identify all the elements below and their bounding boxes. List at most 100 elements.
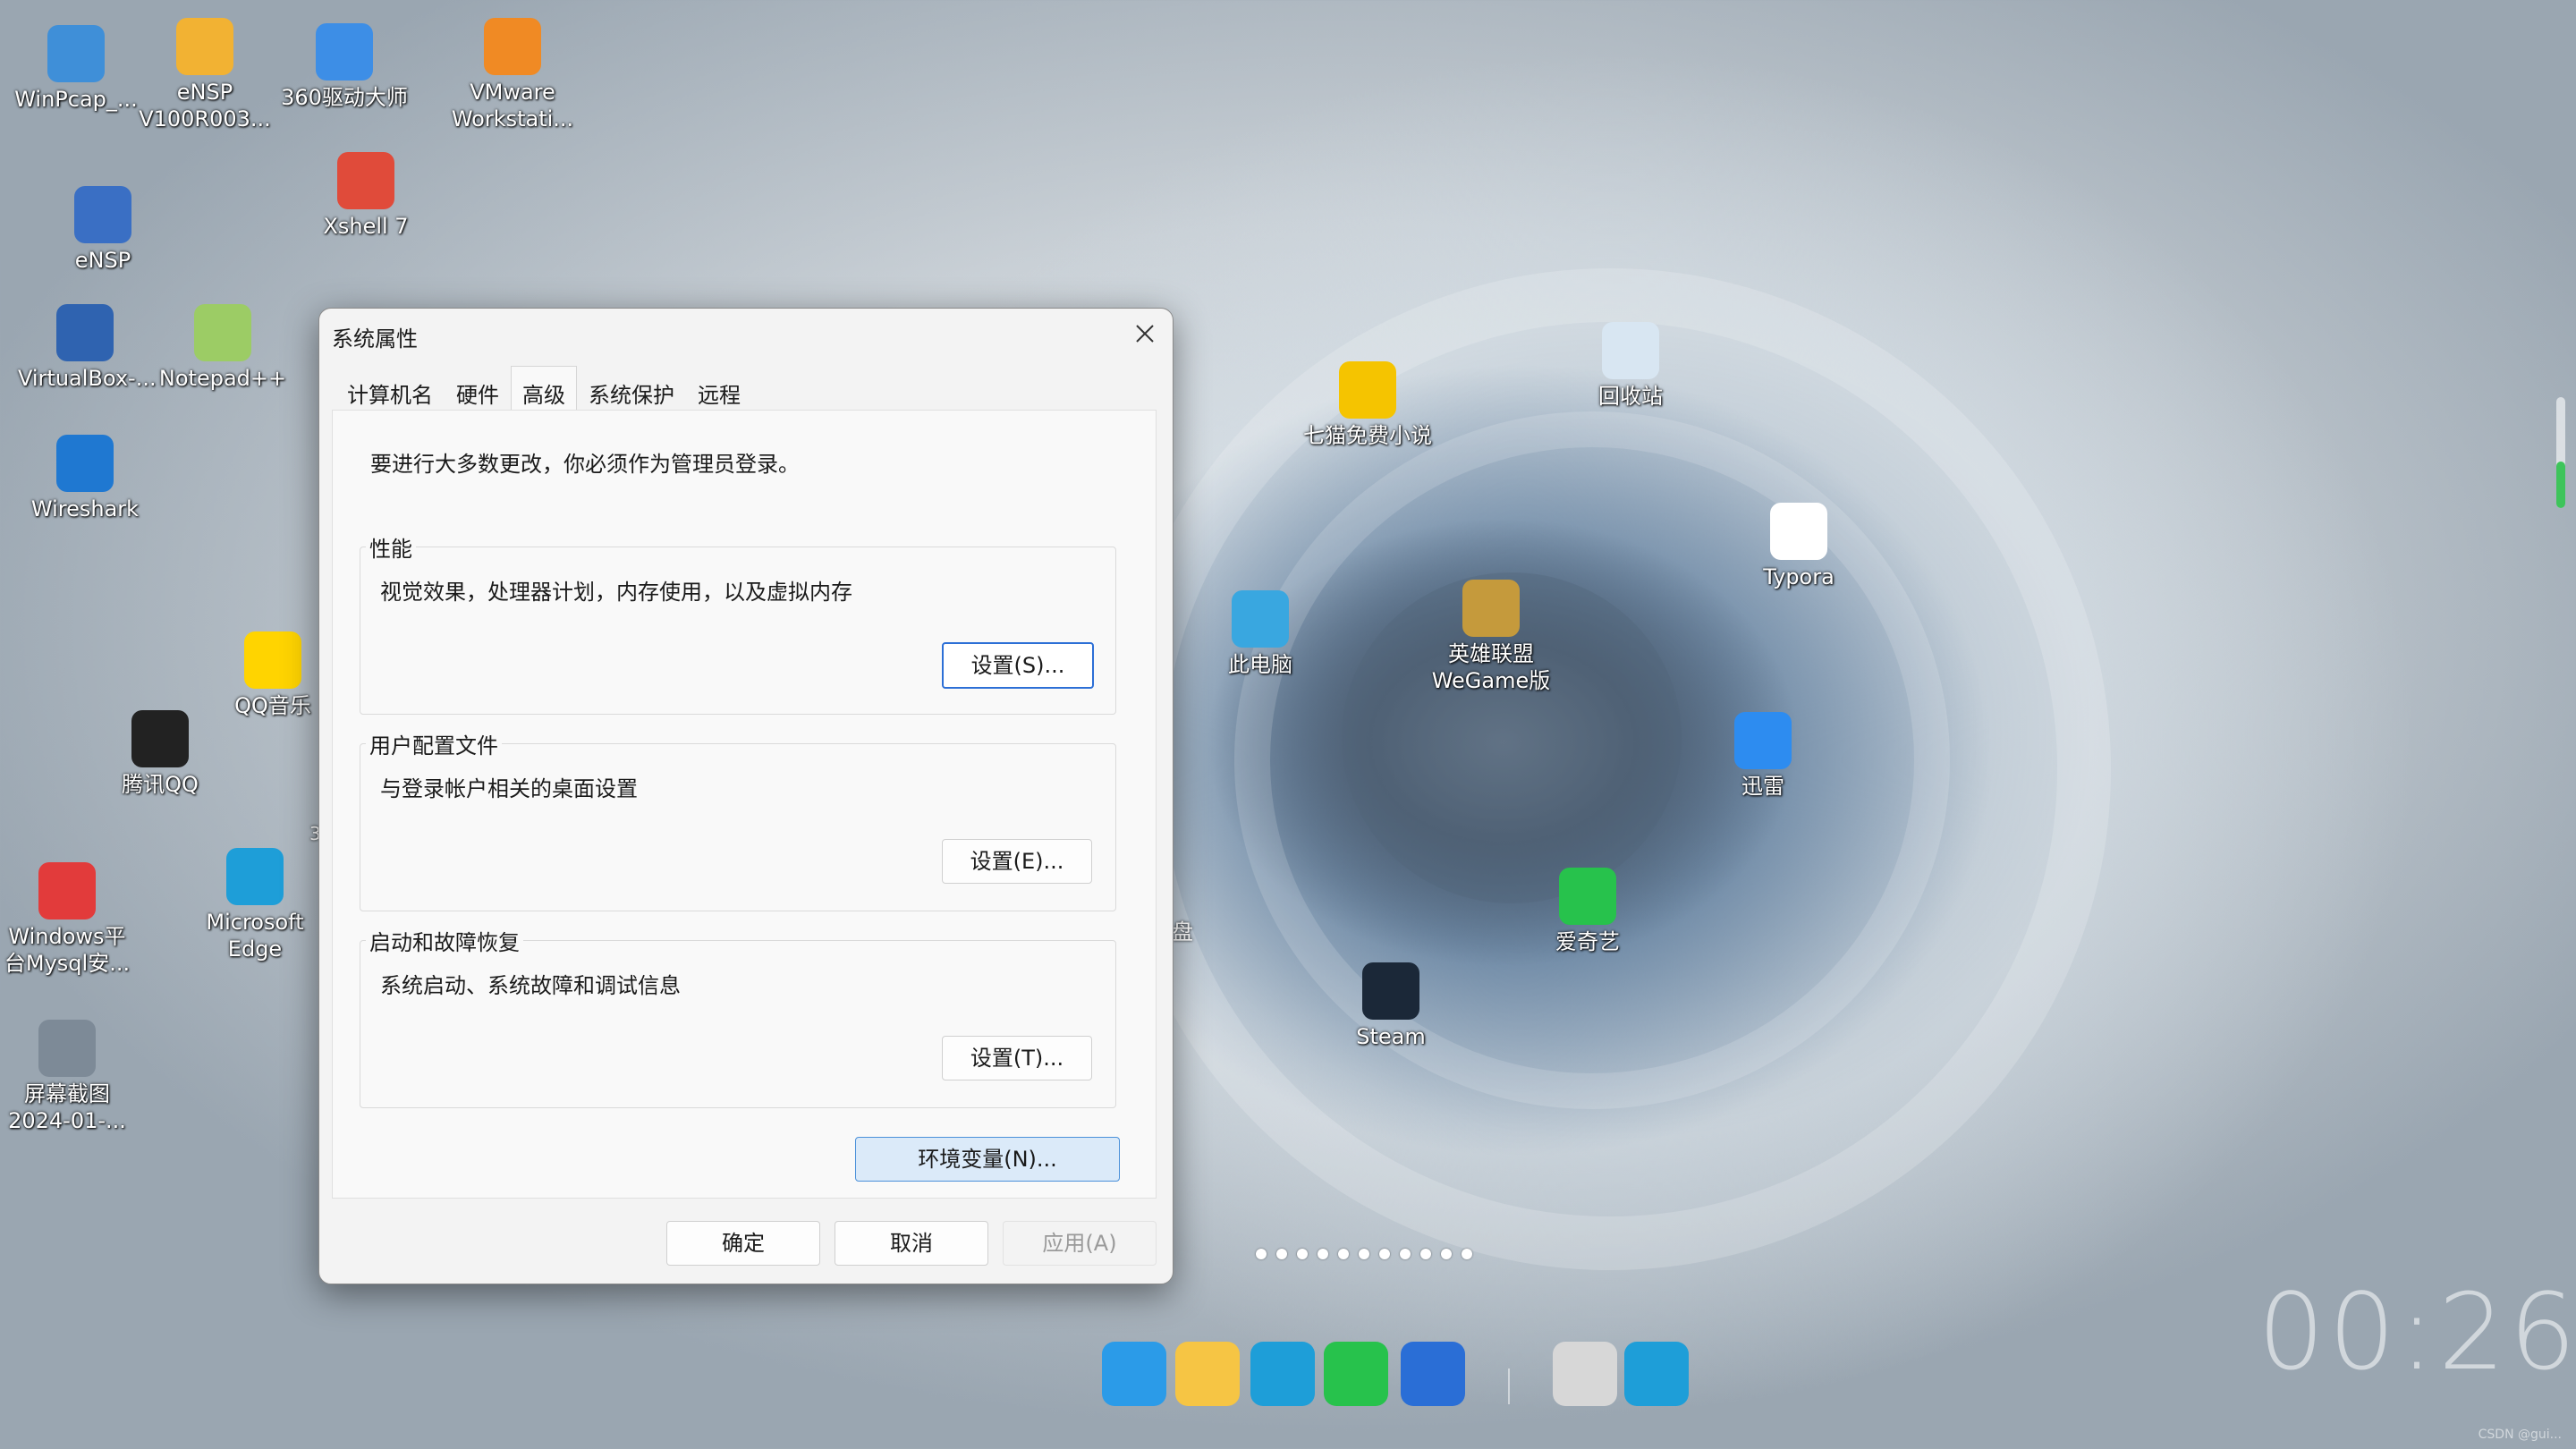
desktop-icon-xshell[interactable]: Xshell 7 [299, 152, 433, 240]
partial-label-pan: 盘 [1172, 919, 1193, 945]
dialog-title: 系统属性 [332, 326, 418, 352]
page-dot[interactable] [1256, 1249, 1267, 1259]
performance-group-title: 性能 [366, 531, 416, 563]
desktop-icon-label: Wireshark [30, 496, 140, 521]
page-dot[interactable] [1276, 1249, 1287, 1259]
desktop-icon-label: 迅雷 [1741, 774, 1784, 799]
page-dot[interactable] [1400, 1249, 1411, 1259]
desktop-icon-windows-mysql[interactable]: Windows平 台Mysql安... [0, 862, 134, 977]
desktop-icon-qq[interactable]: 腾讯QQ [93, 710, 227, 798]
desktop-icon-iqiyi[interactable]: 爱奇艺 [1521, 868, 1655, 955]
startup-recovery-desc: 系统启动、系统故障和调试信息 [380, 973, 681, 998]
page-dot[interactable] [1338, 1249, 1349, 1259]
page-dot[interactable] [1297, 1249, 1308, 1259]
cancel-button[interactable]: 取消 [835, 1221, 988, 1266]
edge-icon[interactable] [1624, 1342, 1689, 1406]
lightbulb-icon[interactable] [1175, 1342, 1240, 1406]
globe-installer-icon [47, 25, 105, 82]
edge-icon [226, 848, 284, 905]
apply-button[interactable]: 应用(A) [1003, 1221, 1157, 1266]
tab-hardware[interactable]: 硬件 [445, 371, 511, 412]
tab-bar: 计算机名 硬件 高级 系统保护 远程 [335, 366, 752, 417]
cat-book-icon [1339, 361, 1396, 419]
admin-notice: 要进行大多数更改，你必须作为管理员登录。 [370, 452, 800, 477]
user-profiles-desc: 与登录帐户相关的桌面设置 [380, 776, 638, 801]
pdf-icon [38, 862, 96, 919]
screen-capture-icon[interactable] [1401, 1342, 1465, 1406]
startup-recovery-group: 启动和故障恢复 系统启动、系统故障和调试信息 设置(T)... [360, 925, 1116, 1108]
desktop-icon-label: eNSP V100R003... [139, 80, 271, 131]
page-dot[interactable] [1318, 1249, 1328, 1259]
desktop-icon-lol[interactable]: 英雄联盟 WeGame版 [1424, 580, 1558, 694]
desktop-icon-edge[interactable]: Microsoft Edge [188, 848, 322, 962]
recycle-bin-icon [1602, 322, 1659, 379]
typora-icon [1770, 503, 1827, 560]
desktop-icon-label: Notepad++ [158, 366, 287, 391]
desktop-icon-screenshot[interactable]: 屏幕截图 2024-01-... [0, 1020, 134, 1134]
desktop-icon-virtualbox[interactable]: VirtualBox-... [18, 304, 157, 392]
desktop-icon-qimao[interactable]: 七猫免费小说 [1301, 361, 1435, 449]
notepad-icon[interactable] [1553, 1342, 1617, 1406]
desktop-icon-label: 回收站 [1598, 384, 1663, 409]
edge-icon[interactable] [1250, 1342, 1315, 1406]
page-dots [1256, 1249, 1472, 1259]
watermark: CSDN @gui... [2478, 1428, 2562, 1442]
windows-start-icon[interactable] [1102, 1342, 1166, 1406]
close-button[interactable] [1117, 309, 1173, 359]
page-dot[interactable] [1359, 1249, 1369, 1259]
desktop-icon-ensp-v100[interactable]: eNSP V100R003... [138, 18, 272, 132]
shell-icon [337, 152, 394, 209]
desktop-icon-label: Microsoft Edge [206, 910, 304, 962]
gear-shield-icon [316, 23, 373, 80]
desktop-icon-360-driver[interactable]: 360驱动大师 [277, 23, 411, 111]
tab-remote[interactable]: 远程 [686, 371, 752, 412]
tab-system-protection[interactable]: 系统保护 [577, 371, 686, 412]
desktop-icon-this-pc[interactable]: 此电脑 [1193, 590, 1327, 678]
desktop-icon-label: VMware Workstati... [451, 80, 574, 131]
desktop-icon-typora[interactable]: Typora [1732, 503, 1866, 590]
desktop-icon-vmware[interactable]: VMware Workstati... [445, 18, 580, 132]
page-dot[interactable] [1379, 1249, 1390, 1259]
user-profiles-group: 用户配置文件 与登录帐户相关的桌面设置 设置(E)... [360, 728, 1116, 911]
archive-icon [176, 18, 233, 75]
system-properties-dialog: 系统属性 计算机名 硬件 高级 系统保护 远程 要进行大多数更改，你必须作为管理… [318, 308, 1174, 1284]
desktop-icon-notepadpp[interactable]: Notepad++ [156, 304, 290, 392]
network-icon [74, 186, 131, 243]
page-dot[interactable] [1420, 1249, 1431, 1259]
dialog-titlebar[interactable]: 系统属性 [319, 309, 1173, 359]
desktop-icon-label: Typora [1763, 564, 1835, 589]
desktop-icon-label: Xshell 7 [323, 214, 409, 239]
fin-icon [56, 435, 114, 492]
desktop-icon-wireshark[interactable]: Wireshark [18, 435, 152, 522]
user-profiles-group-title: 用户配置文件 [366, 728, 502, 759]
cube-icon [56, 304, 114, 361]
desktop-icon-label: Steam [1356, 1024, 1426, 1049]
image-icon [38, 1020, 96, 1077]
desktop-icon-recycle-bin[interactable]: 回收站 [1563, 322, 1698, 410]
scroll-indicator[interactable] [2556, 397, 2565, 508]
desktop-icon-label: 屏幕截图 2024-01-... [8, 1081, 126, 1133]
iqiyi-icon [1559, 868, 1616, 925]
advanced-panel: 要进行大多数更改，你必须作为管理员登录。 性能 视觉效果，处理器计划，内存使用，… [332, 410, 1157, 1199]
taskbar-separator [1508, 1368, 1510, 1404]
startup-recovery-settings-button[interactable]: 设置(T)... [942, 1036, 1092, 1080]
desktop-icon-label: Windows平 台Mysql安... [4, 924, 131, 976]
penguin-icon [131, 710, 189, 767]
tab-computer-name[interactable]: 计算机名 [335, 371, 445, 412]
page-dot[interactable] [1462, 1249, 1472, 1259]
desktop-icon-winpcap[interactable]: WinPcap_... [9, 25, 143, 113]
ok-button[interactable]: 确定 [666, 1221, 820, 1266]
page-dot[interactable] [1441, 1249, 1452, 1259]
desktop-icon-steam[interactable]: Steam [1324, 962, 1458, 1050]
notepad-icon [194, 304, 251, 361]
user-profiles-settings-button[interactable]: 设置(E)... [942, 839, 1092, 884]
music-icon [244, 631, 301, 689]
performance-group: 性能 视觉效果，处理器计划，内存使用，以及虚拟内存 设置(S)... [360, 531, 1116, 715]
desktop-icon-xunlei[interactable]: 迅雷 [1696, 712, 1830, 800]
iqiyi-icon[interactable] [1324, 1342, 1388, 1406]
performance-settings-button[interactable]: 设置(S)... [942, 642, 1094, 689]
desktop-icon-label: VirtualBox-... [18, 366, 157, 391]
environment-variables-button[interactable]: 环境变量(N)... [855, 1137, 1120, 1182]
desktop-icon-ensp[interactable]: eNSP [36, 186, 170, 274]
performance-desc: 视觉效果，处理器计划，内存使用，以及虚拟内存 [380, 580, 852, 605]
